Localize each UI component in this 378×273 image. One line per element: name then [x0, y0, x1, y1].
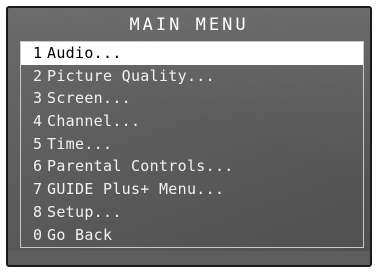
menu-item-number: 7: [33, 180, 43, 199]
menu-item-number: 8: [33, 202, 43, 221]
menu-item-number: 3: [33, 89, 43, 108]
menu-item-setup[interactable]: 8 Setup...: [21, 201, 363, 224]
menu-item-label: Screen...: [47, 89, 131, 108]
menu-item-label: GUIDE Plus+ Menu...: [47, 180, 225, 199]
menu-item-label: Audio...: [47, 44, 122, 62]
main-menu-list: 1 Audio... 2 Picture Quality... 3 Screen...…: [20, 41, 364, 248]
bottom-status-bar: [8, 251, 370, 265]
menu-item-screen[interactable]: 3 Screen...: [21, 87, 363, 110]
menu-item-channel[interactable]: 4 Channel...: [21, 110, 363, 133]
menu-item-time[interactable]: 5 Time...: [21, 133, 363, 156]
menu-item-audio[interactable]: 1 Audio...: [21, 42, 363, 65]
menu-title: MAIN MENU: [129, 15, 249, 35]
menu-item-label: Go Back: [47, 225, 113, 244]
tv-screen: MAIN MENU 1 Audio... 2 Picture Quality... …: [6, 6, 372, 267]
menu-item-number: 2: [33, 66, 43, 85]
menu-item-label: Time...: [47, 134, 113, 153]
menu-item-label: Picture Quality...: [47, 66, 215, 85]
menu-item-label: Setup...: [47, 202, 122, 221]
menu-item-number: 0: [33, 225, 43, 244]
menu-item-number: 6: [33, 157, 43, 176]
menu-item-label: Channel...: [47, 112, 141, 131]
menu-item-go-back[interactable]: 0 Go Back: [21, 224, 363, 247]
menu-item-picture-quality[interactable]: 2 Picture Quality...: [21, 65, 363, 88]
menu-item-number: 1: [33, 44, 43, 62]
menu-item-parental-controls[interactable]: 6 Parental Controls...: [21, 155, 363, 178]
menu-item-guide-plus[interactable]: 7 GUIDE Plus+ Menu...: [21, 178, 363, 201]
menu-item-label: Parental Controls...: [47, 157, 234, 176]
menu-item-number: 4: [33, 112, 43, 131]
menu-item-number: 5: [33, 134, 43, 153]
